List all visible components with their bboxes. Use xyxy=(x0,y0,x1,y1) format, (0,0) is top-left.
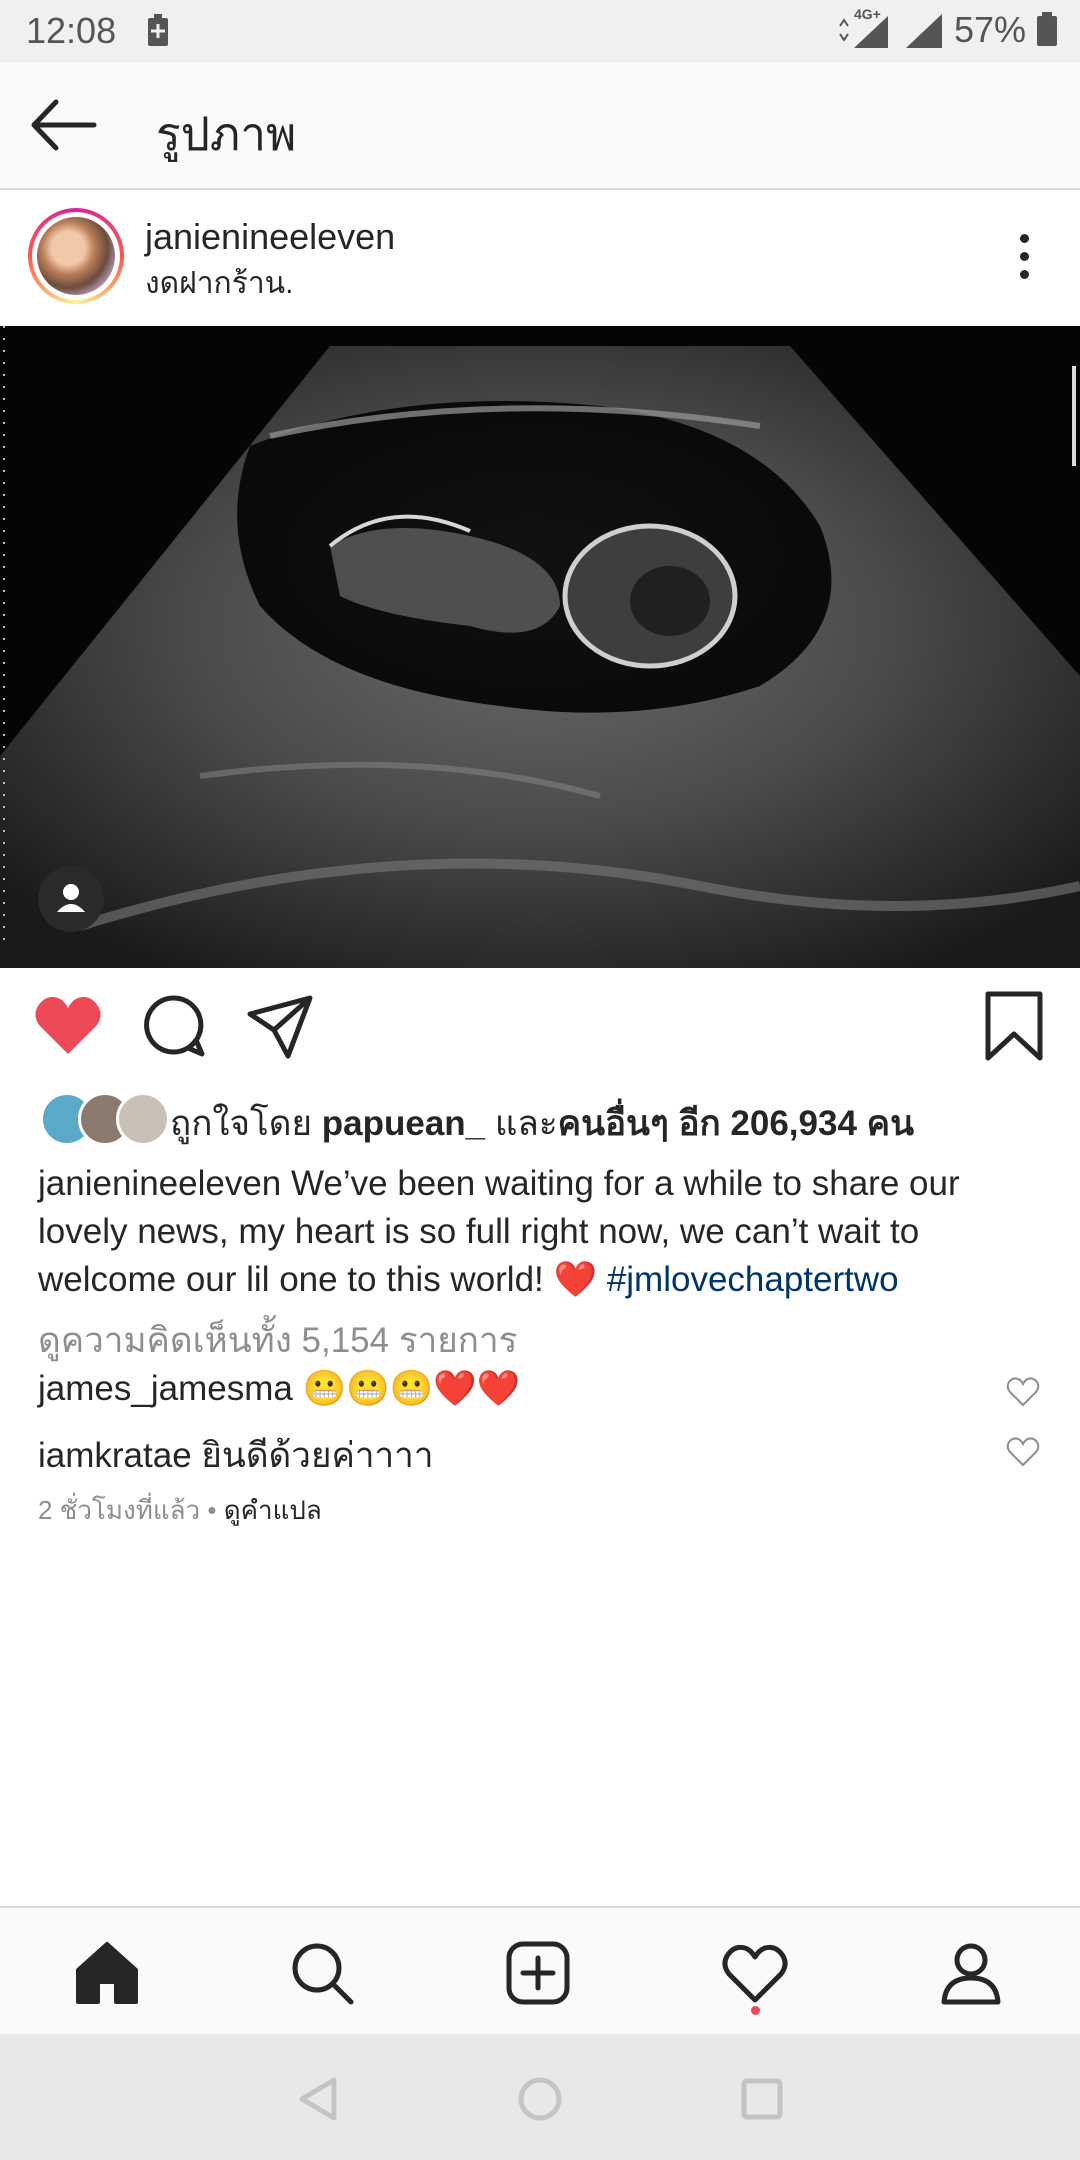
battery-saver-icon xyxy=(148,14,168,46)
signal-strength-icon xyxy=(905,14,942,48)
likes-middle: และ xyxy=(485,1104,558,1143)
more-vertical-icon[interactable] xyxy=(1016,234,1032,282)
liker-avatar xyxy=(116,1092,170,1146)
likes-text: ถูกใจโดย papuean_ และคนอื่นๆ อีก 206,934… xyxy=(170,1096,914,1151)
heart-outline-icon[interactable] xyxy=(1006,1375,1040,1409)
battery-percent: 57% xyxy=(953,9,1026,50)
post-time: 2 ชั่วโมงที่แล้ว xyxy=(38,1495,201,1525)
activity-notification-dot xyxy=(751,2006,760,2015)
network-type: 4G+ xyxy=(853,6,881,22)
see-translation-link[interactable]: ดูคำแปล xyxy=(224,1495,322,1525)
home-icon[interactable] xyxy=(72,1938,142,2008)
heart-filled-icon[interactable] xyxy=(32,990,104,1062)
system-recents-icon[interactable] xyxy=(737,2074,787,2124)
liker-username[interactable]: papuean_ xyxy=(322,1104,485,1143)
heart-outline-icon[interactable] xyxy=(720,1938,790,2008)
ultrasound-image xyxy=(0,326,1080,968)
avatar[interactable] xyxy=(28,208,124,304)
avatar-image xyxy=(37,217,115,295)
comment-item: james_jamesma 😬😬😬❤️❤️ xyxy=(38,1368,520,1409)
status-icons: 4G+ 57% xyxy=(834,6,1058,52)
arrow-left-icon[interactable] xyxy=(26,90,100,160)
post-image[interactable] xyxy=(0,326,1080,968)
battery-icon xyxy=(1037,12,1057,46)
comment-icon[interactable] xyxy=(138,990,210,1062)
bottom-nav xyxy=(0,1906,1080,2034)
status-time: 12:08 xyxy=(26,10,117,51)
page-title: รูปภาพ xyxy=(156,108,297,160)
caption-hashtag[interactable]: #jmlovechaptertwo xyxy=(607,1260,899,1299)
network-indicator: 4G+ xyxy=(834,6,894,52)
comment-text: ยินดีด้วยค่าาาา xyxy=(191,1436,434,1475)
bookmark-icon[interactable] xyxy=(978,990,1050,1062)
status-bar: 12:08 4G+ 57% xyxy=(0,0,1080,62)
likes-row[interactable]: ถูกใจโดย papuean_ และคนอื่นๆ อีก 206,934… xyxy=(0,1088,1080,1150)
comment-item: iamkratae ยินดีด้วยค่าาาา xyxy=(38,1428,433,1483)
likes-count[interactable]: คนอื่นๆ อีก 206,934 คน xyxy=(558,1104,914,1143)
app-bar: รูปภาพ xyxy=(0,62,1080,190)
caption-username[interactable]: janienineeleven xyxy=(38,1164,281,1203)
send-icon[interactable] xyxy=(244,990,316,1062)
comment-username[interactable]: james_jamesma xyxy=(38,1369,293,1408)
system-back-icon[interactable] xyxy=(294,2074,344,2124)
post-username[interactable]: janienineeleven xyxy=(145,216,395,258)
view-all-comments-link[interactable]: ดูความคิดเห็นทั้ง 5,154 รายการ xyxy=(38,1313,517,1368)
post-meta: 2 ชั่วโมงที่แล้ว • ดูคำแปล xyxy=(38,1490,322,1531)
likes-prefix: ถูกใจโดย xyxy=(170,1104,322,1143)
comment-username[interactable]: iamkratae xyxy=(38,1436,192,1475)
add-post-icon[interactable] xyxy=(503,1938,573,2008)
person-icon xyxy=(57,884,85,912)
post-location[interactable]: งดฝากร้าน. xyxy=(145,260,294,307)
tagged-people-button[interactable] xyxy=(38,866,104,932)
comment-text: 😬😬😬❤️❤️ xyxy=(292,1369,521,1408)
system-home-icon[interactable] xyxy=(515,2074,565,2124)
profile-icon[interactable] xyxy=(936,1938,1006,2008)
heart-outline-icon[interactable] xyxy=(1006,1435,1040,1469)
search-icon[interactable] xyxy=(287,1938,357,2008)
post-header: janienineeleven งดฝากร้าน. xyxy=(0,190,1080,326)
system-nav-bar xyxy=(0,2034,1080,2160)
post-actions xyxy=(0,990,1080,1070)
post-caption: janienineeleven We’ve been waiting for a… xyxy=(38,1160,1048,1304)
meta-separator: • xyxy=(200,1495,224,1525)
